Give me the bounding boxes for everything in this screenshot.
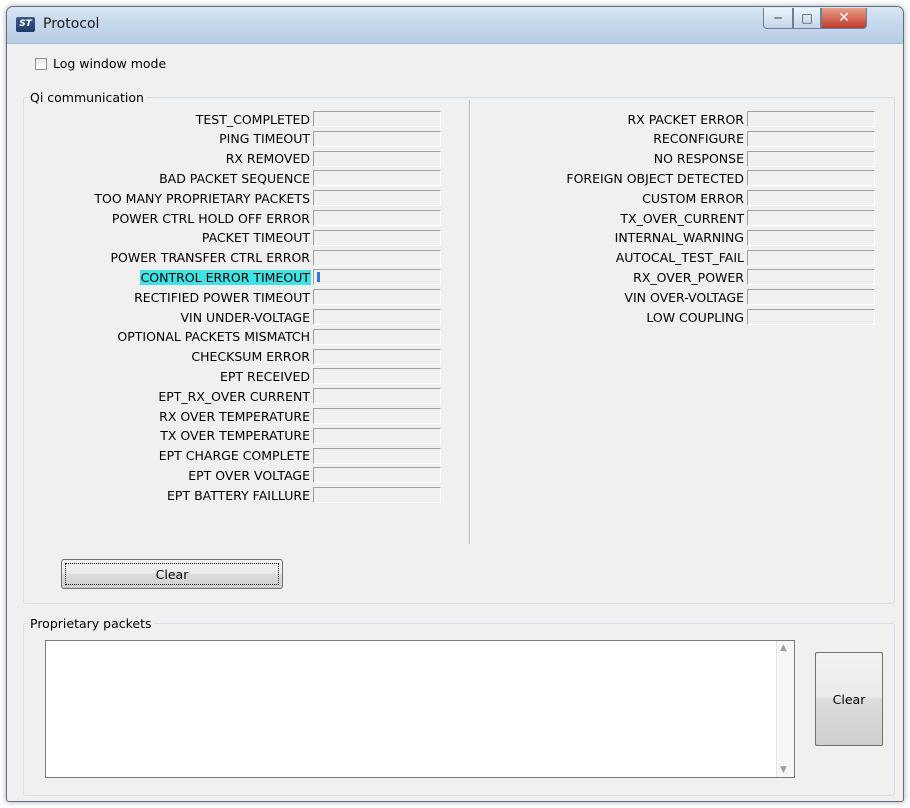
status-label: RX PACKET ERROR (627, 111, 744, 127)
status-row: TX OVER TEMPERATURE (15, 427, 441, 445)
status-row: AUTOCAL_TEST_FAIL (15, 249, 875, 267)
status-label: EPT OVER VOLTAGE (188, 467, 310, 483)
vertical-scrollbar[interactable]: ▲ ▼ (776, 641, 794, 777)
status-label: CUSTOM ERROR (642, 190, 744, 206)
status-row: VIN OVER-VOLTAGE (15, 288, 875, 306)
status-field (313, 408, 441, 424)
proprietary-clear-label: Clear (832, 691, 866, 707)
log-window-mode-checkbox[interactable]: Log window mode (35, 56, 166, 71)
status-field (313, 447, 441, 464)
minimize-button[interactable]: ─ (763, 8, 793, 29)
window-title: Protocol (43, 16, 100, 32)
scroll-up-icon[interactable]: ▲ (780, 643, 787, 653)
status-label: AUTOCAL_TEST_FAIL (615, 250, 744, 266)
maximize-icon: □ (801, 11, 813, 25)
status-label: TX_OVER_CURRENT (620, 210, 744, 226)
status-row: CHECKSUM ERROR (15, 348, 441, 366)
proprietary-clear-button[interactable]: Clear (815, 652, 883, 746)
qi-communication-legend: Qi communication (30, 90, 144, 105)
status-field (313, 328, 441, 345)
status-field (313, 348, 441, 365)
status-label: RX OVER TEMPERATURE (159, 408, 310, 424)
column-divider (469, 100, 471, 544)
status-row: INTERNAL_WARNING (15, 229, 875, 247)
close-button[interactable]: ✕ (821, 8, 867, 29)
status-field (747, 210, 875, 226)
client-area: Log window mode Qi communication TEST_CO… (15, 44, 895, 796)
status-label: CHECKSUM ERROR (191, 349, 310, 365)
status-label: VIN OVER-VOLTAGE (624, 289, 744, 305)
status-label: OPTIONAL PACKETS MISMATCH (117, 329, 310, 345)
status-row: FOREIGN OBJECT DETECTED (15, 169, 875, 187)
status-row: LOW COUPLING (15, 308, 875, 326)
scroll-down-icon[interactable]: ▼ (780, 765, 787, 775)
title-bar[interactable]: ST Protocol ─ □ ✕ (7, 7, 903, 44)
status-field (747, 190, 875, 207)
status-field (747, 229, 875, 246)
status-row: TX_OVER_CURRENT (15, 209, 875, 227)
status-field (747, 170, 875, 187)
status-field (747, 150, 875, 167)
status-field (313, 368, 441, 385)
qi-clear-button[interactable]: Clear (61, 559, 283, 589)
status-field (313, 467, 441, 484)
status-label: EPT BATTERY FAILLURE (167, 487, 310, 503)
status-row: NO RESPONSE (15, 150, 875, 168)
status-row: RECONFIGURE (15, 130, 875, 148)
status-row: EPT BATTERY FAILLURE (15, 486, 441, 504)
status-field (747, 269, 875, 286)
status-label: NO RESPONSE (653, 151, 744, 167)
protocol-window: ST Protocol ─ □ ✕ Log window mode Qi com… (6, 6, 904, 802)
status-label: EPT RECEIVED (219, 368, 310, 384)
status-label: INTERNAL_WARNING (614, 230, 744, 246)
status-field (313, 427, 441, 444)
status-row: RX_OVER_POWER (15, 268, 875, 286)
status-row: OPTIONAL PACKETS MISMATCH (15, 328, 441, 346)
maximize-button[interactable]: □ (793, 8, 821, 29)
status-field (747, 130, 875, 147)
status-label: FOREIGN OBJECT DETECTED (566, 170, 744, 186)
status-row: RX OVER TEMPERATURE (15, 407, 441, 425)
status-label: RECONFIGURE (653, 131, 744, 147)
status-row: EPT OVER VOLTAGE (15, 466, 441, 484)
status-label: RX_OVER_POWER (633, 269, 744, 285)
log-window-mode-label: Log window mode (53, 56, 167, 71)
status-field (747, 309, 875, 325)
status-row: EPT RECEIVED (15, 367, 441, 385)
status-row: RX PACKET ERROR (15, 110, 875, 128)
status-label: TX OVER TEMPERATURE (160, 428, 310, 444)
status-label: EPT_RX_OVER CURRENT (158, 388, 310, 404)
status-row: EPT_RX_OVER CURRENT (15, 387, 441, 405)
status-field (747, 111, 875, 127)
focus-rectangle (65, 563, 279, 585)
st-logo-icon: ST (16, 17, 35, 32)
status-field (747, 249, 875, 266)
minimize-icon: ─ (774, 11, 782, 25)
proprietary-packets-legend: Proprietary packets (30, 616, 152, 631)
status-label: EPT CHARGE COMPLETE (158, 448, 310, 464)
status-field (747, 289, 875, 306)
status-field (313, 487, 441, 504)
proprietary-packets-textarea[interactable]: ▲ ▼ (45, 640, 795, 778)
status-label: LOW COUPLING (646, 309, 744, 325)
status-row: CUSTOM ERROR (15, 189, 875, 207)
checkbox-box[interactable] (35, 57, 47, 70)
status-field (313, 388, 441, 405)
close-icon: ✕ (838, 10, 850, 26)
status-row: EPT CHARGE COMPLETE (15, 447, 441, 465)
